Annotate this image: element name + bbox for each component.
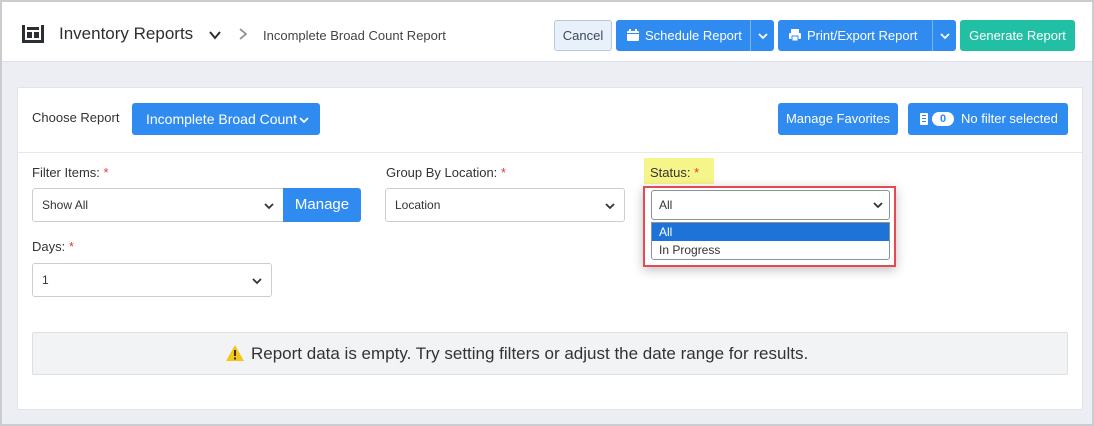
chevron-right-icon	[239, 28, 248, 40]
divider	[18, 152, 1082, 153]
schedule-report-label: Schedule Report	[645, 28, 742, 43]
status-select[interactable]: All	[651, 190, 890, 220]
empty-report-message: Report data is empty. Try setting filter…	[32, 332, 1068, 375]
calendar-icon	[627, 29, 639, 41]
chevron-down-icon	[252, 278, 262, 285]
status-options-list: All In Progress	[651, 222, 890, 260]
chevron-down-icon	[605, 203, 615, 210]
app-title[interactable]: Inventory Reports	[59, 24, 193, 44]
days-label: Days: *	[32, 239, 74, 254]
status-value: All	[659, 198, 673, 212]
top-header: Inventory Reports Incomplete Broad Count…	[2, 2, 1092, 62]
group-by-select[interactable]: Location	[385, 188, 625, 222]
status-option-in-progress[interactable]: In Progress	[652, 241, 889, 259]
choose-report-label: Choose Report	[32, 110, 120, 125]
filter-button[interactable]: 0 No filter selected	[908, 103, 1068, 135]
filter-label: No filter selected	[961, 111, 1058, 126]
breadcrumb: Incomplete Broad Count Report	[263, 28, 446, 43]
manage-favorites-button[interactable]: Manage Favorites	[778, 103, 898, 135]
group-by-label: Group By Location: *	[386, 165, 506, 180]
print-export-button[interactable]: Print/Export Report	[778, 20, 956, 51]
chevron-down-icon	[758, 33, 768, 40]
filter-count-badge: 0	[932, 112, 954, 126]
app-window: Inventory Reports Incomplete Broad Count…	[0, 0, 1094, 426]
chevron-down-icon	[264, 203, 274, 210]
group-by-value: Location	[395, 198, 441, 212]
generate-report-button[interactable]: Generate Report	[960, 20, 1075, 51]
schedule-dropdown-toggle[interactable]	[750, 20, 774, 51]
report-card: Choose Report Incomplete Broad Count Man…	[17, 87, 1083, 410]
filter-items-label: Filter Items: *	[32, 165, 109, 180]
inventory-icon	[22, 25, 44, 43]
chevron-down-icon	[873, 202, 883, 209]
report-select-button[interactable]: Incomplete Broad Count	[132, 103, 320, 135]
days-select[interactable]: 1	[32, 263, 272, 297]
export-dropdown-toggle[interactable]	[932, 20, 956, 51]
days-value: 1	[42, 273, 49, 287]
manage-button[interactable]: Manage	[283, 188, 361, 222]
filter-items-select[interactable]: Show All	[32, 188, 284, 222]
printer-icon	[789, 29, 801, 42]
empty-message-text: Report data is empty. Try setting filter…	[251, 344, 809, 363]
warning-icon	[226, 345, 244, 361]
filter-items-value: Show All	[42, 198, 89, 212]
print-export-label: Print/Export Report	[807, 28, 918, 43]
chevron-down-icon	[940, 33, 950, 40]
chevron-down-icon	[299, 117, 309, 124]
status-option-all[interactable]: All	[652, 223, 889, 241]
chevron-down-icon[interactable]	[208, 28, 222, 42]
schedule-report-button[interactable]: Schedule Report	[616, 20, 774, 51]
filter-icon	[920, 113, 928, 125]
selected-report-label: Incomplete Broad Count	[146, 111, 297, 127]
status-label: Status: *	[650, 165, 700, 180]
cancel-button[interactable]: Cancel	[554, 20, 612, 51]
